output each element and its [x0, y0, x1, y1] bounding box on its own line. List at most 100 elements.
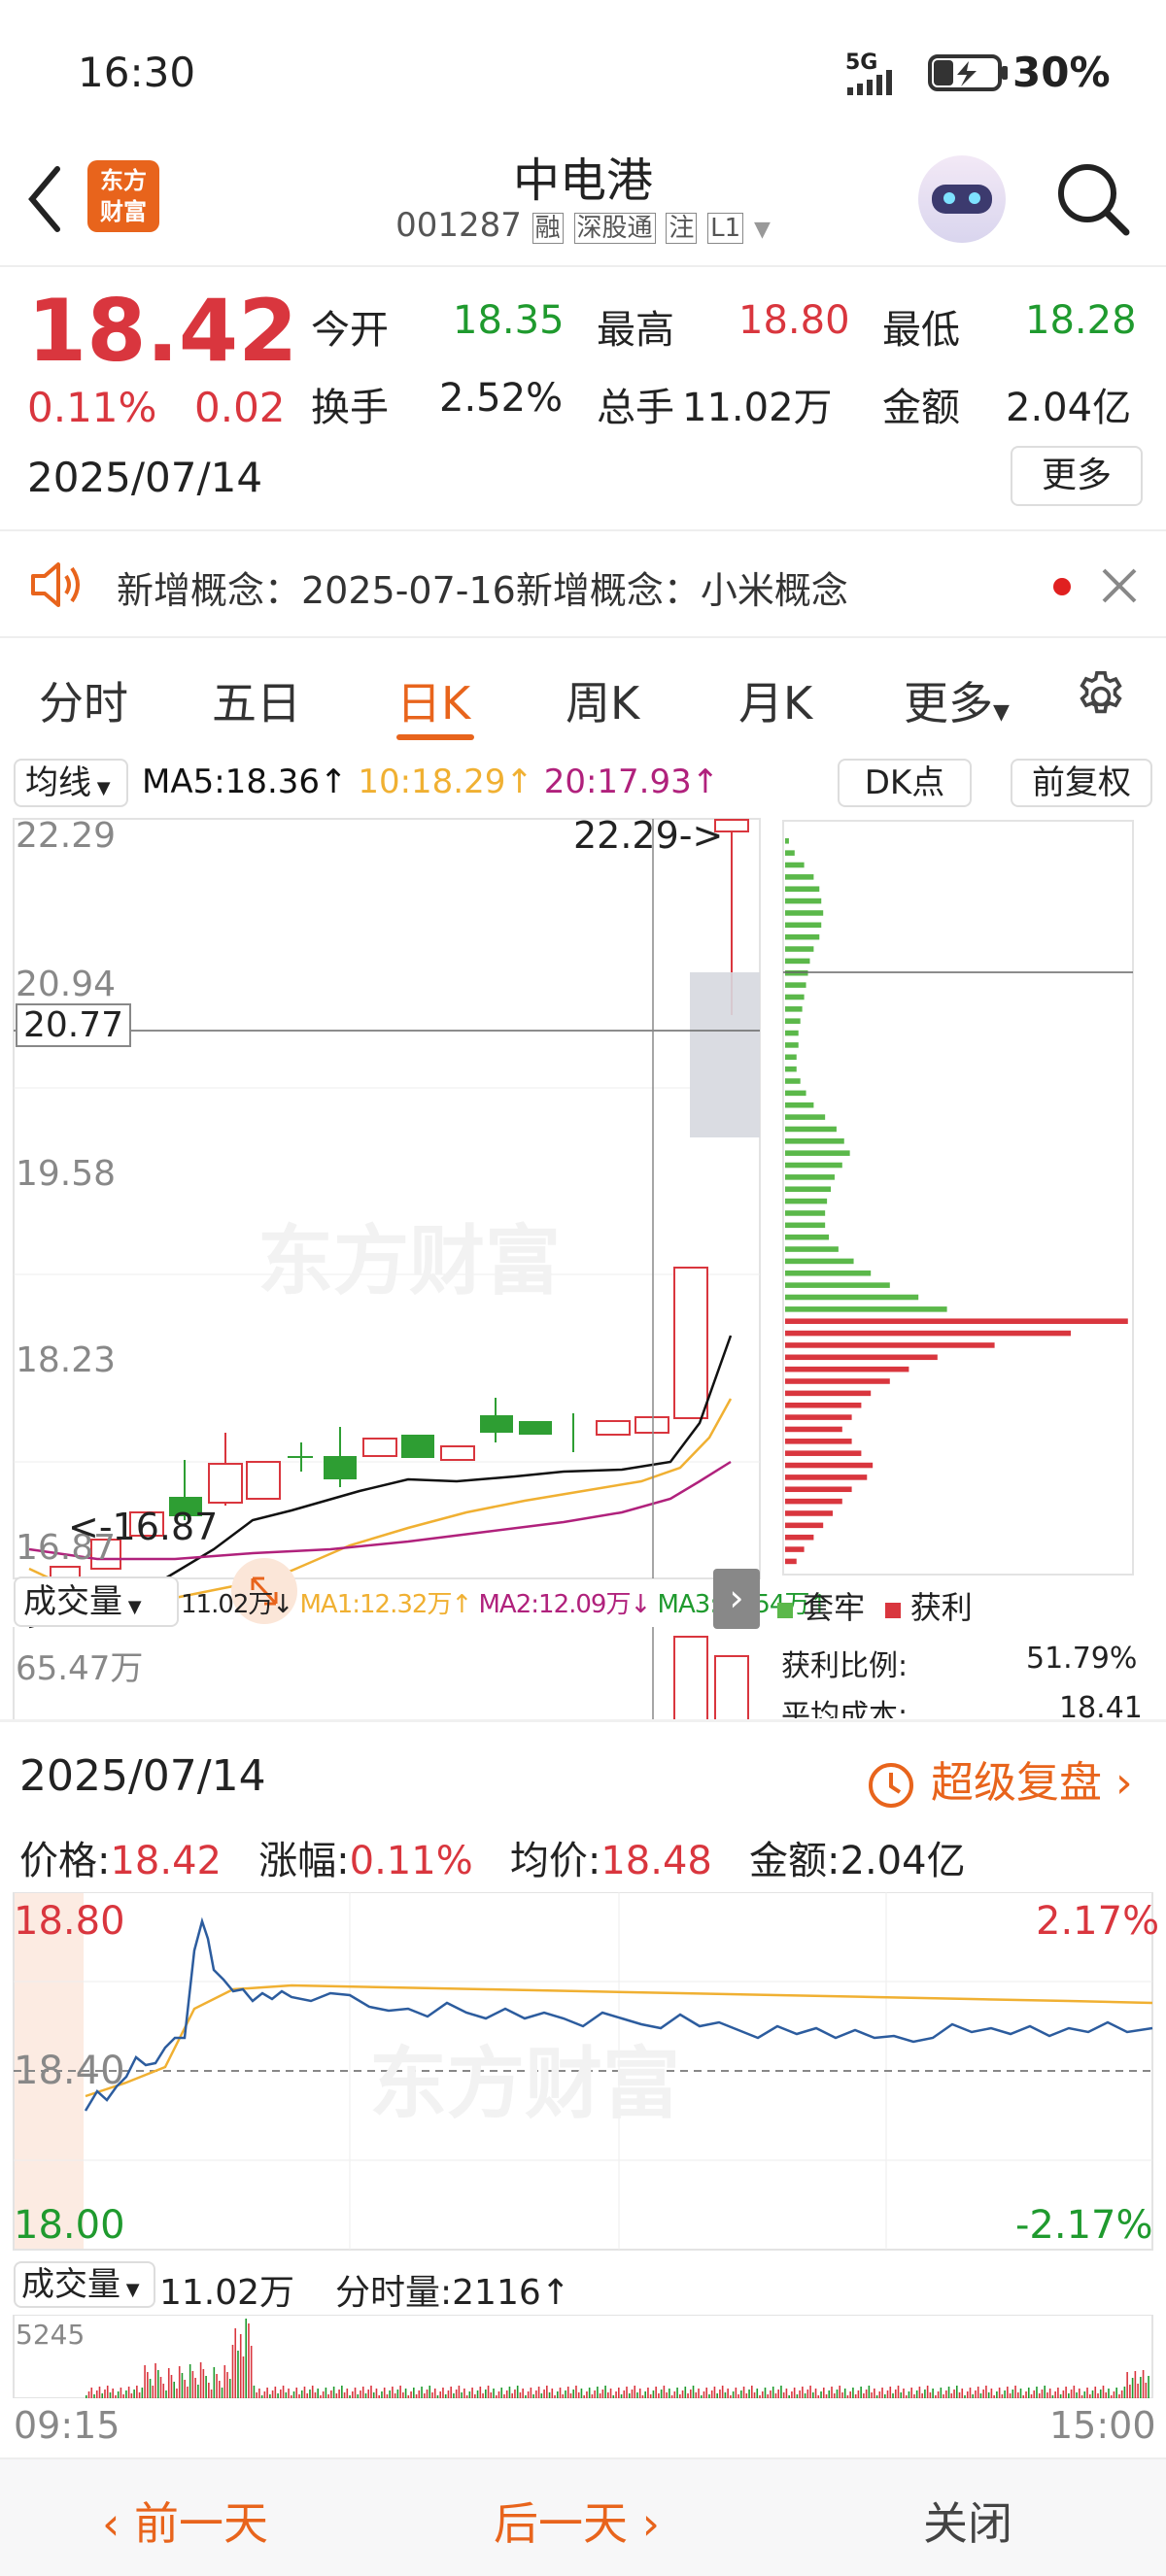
- volume-bar: [436, 2395, 439, 2398]
- candle: [596, 1420, 631, 1436]
- tab-intraday[interactable]: 分时: [39, 668, 128, 732]
- tag-margin: 融: [532, 213, 564, 244]
- volume-bar: [309, 2390, 311, 2398]
- volume-bar: [426, 2390, 429, 2398]
- chip-bar: [785, 1294, 919, 1301]
- volume-bar: [913, 2394, 915, 2398]
- chip-bar: [785, 1198, 828, 1204]
- volume-bar: [485, 2390, 487, 2398]
- volume-bar: [508, 2387, 511, 2398]
- intraday-chart[interactable]: 东方财富: [0, 1892, 1166, 2300]
- volume-bar: [543, 2390, 545, 2398]
- volume-bar: [306, 2393, 309, 2398]
- volume-bar: [503, 2394, 505, 2398]
- ma5-value: MA5:18.36↑: [142, 763, 348, 801]
- y-label-3: 19.58: [16, 1154, 117, 1194]
- volume-bar: [463, 2389, 465, 2398]
- volume-bar: [756, 2389, 759, 2398]
- ma10-value: 10:18.29↑: [358, 763, 533, 801]
- tab-more[interactable]: 更多▼: [904, 668, 1010, 732]
- volume-bar: [383, 2388, 386, 2398]
- volume-bar: [170, 2375, 173, 2398]
- volume-bar: [476, 2390, 479, 2398]
- more-quote-button[interactable]: 更多: [1011, 446, 1143, 506]
- volume-label: 总手: [597, 386, 674, 430]
- volume-bar: [532, 2394, 534, 2398]
- tab-five-day[interactable]: 五日: [212, 668, 301, 732]
- volume-bar: [154, 2363, 156, 2398]
- chip-bar: [785, 1330, 1071, 1337]
- kline-section: 均线 ▼ MA5:18.36↑ 10:18.29↑ 20:17.93↑ DK点 …: [0, 753, 1166, 1719]
- volume-bar: [583, 2395, 585, 2398]
- detail-volume-selector[interactable]: 成交量 ▼: [14, 2261, 155, 2308]
- super-replay-link[interactable]: 超级复盘 ›: [865, 1747, 1133, 1812]
- chip-bar: [785, 1270, 872, 1276]
- volume-selector[interactable]: 成交量 ▼: [14, 1576, 179, 1627]
- gear-icon[interactable]: [1073, 668, 1129, 725]
- chip-bar: [785, 1486, 852, 1493]
- volume-bar: [1009, 2393, 1012, 2398]
- chip-bar: [785, 1186, 832, 1193]
- volume-bar: [647, 2388, 649, 2398]
- volume-bar: [1145, 2383, 1148, 2398]
- avg-cost-value: 18.41: [1059, 1691, 1143, 1718]
- tab-daily-k[interactable]: 日K: [396, 668, 470, 732]
- ma-selector[interactable]: 均线 ▼: [14, 759, 128, 807]
- dk-point-button[interactable]: DK点: [838, 759, 972, 807]
- volume-bar: [407, 2395, 410, 2398]
- chip-bar: [785, 1234, 830, 1240]
- chip-distribution-chart[interactable]: [777, 819, 1137, 1576]
- volume-bar: [996, 2391, 998, 2398]
- search-icon[interactable]: [1054, 160, 1132, 238]
- prev-day-button[interactable]: ‹ 前一天: [102, 2489, 268, 2553]
- caret-down-icon: ▼: [120, 2280, 140, 2300]
- volume-bar: [147, 2372, 149, 2398]
- volume-bar: [248, 2323, 250, 2398]
- forward-adjust-button[interactable]: 前复权: [1011, 759, 1152, 807]
- volume-bar: [580, 2389, 583, 2398]
- volume-bar: [221, 2388, 223, 2398]
- tab-monthly-k[interactable]: 月K: [738, 668, 812, 732]
- chip-bar: [785, 1390, 872, 1397]
- intraday-y-mid: 18.40: [14, 2049, 125, 2093]
- volume-bar: [628, 2393, 631, 2398]
- volume-bar: [256, 2392, 257, 2398]
- tab-weekly-k[interactable]: 周K: [566, 668, 639, 732]
- vol-ma1-value: MA1:12.32万↑: [299, 1590, 472, 1619]
- volume-bar: [346, 2389, 349, 2398]
- nav-bar: 东方 财富 中电港 001287 融 深股通 注 L1 ▼: [0, 136, 1166, 267]
- notice-text: 新增概念：2025-07-16新增概念：小米概念: [117, 569, 848, 612]
- candle: [519, 1421, 552, 1435]
- volume-bar: [1007, 2387, 1009, 2398]
- volume-bar: [953, 2390, 955, 2398]
- next-day-button[interactable]: 后一天 ›: [494, 2489, 660, 2553]
- notice-bar[interactable]: 新增概念：2025-07-16新增概念：小米概念: [0, 529, 1166, 638]
- back-icon[interactable]: [24, 165, 63, 233]
- volume-bar: [591, 2394, 594, 2398]
- chip-bar: [785, 1126, 837, 1133]
- volume-bar: [871, 2392, 873, 2398]
- volume-bar: [122, 2394, 124, 2398]
- volume-bar: [975, 2390, 977, 2398]
- volume-bar: [1113, 2391, 1115, 2398]
- caret-down-icon: ▼: [993, 700, 1010, 725]
- chip-bar: [785, 1258, 854, 1265]
- volume-bar: [461, 2392, 463, 2398]
- stock-code-row[interactable]: 001287 融 深股通 注 L1 ▼: [369, 206, 797, 245]
- high-value: 18.80: [738, 298, 850, 343]
- volume-bar: [841, 2392, 843, 2398]
- close-icon[interactable]: [1100, 566, 1139, 605]
- volume-bar: [569, 2393, 572, 2398]
- volume-bar: [676, 2388, 678, 2398]
- volume-bar: [1102, 2386, 1105, 2398]
- robot-assistant-icon[interactable]: [918, 155, 1006, 243]
- close-button[interactable]: 关闭: [923, 2489, 1012, 2553]
- volume-bar: [791, 2391, 793, 2398]
- detail-volume-total: 11.02万: [159, 2273, 295, 2313]
- volume-bar: [525, 2395, 527, 2398]
- volume-bar: [199, 2362, 202, 2398]
- panel-expand-arrow-icon[interactable]: ›: [713, 1569, 760, 1629]
- speaker-icon: [31, 562, 80, 607]
- volume-bar: [929, 2392, 932, 2398]
- chip-bar: [785, 1282, 890, 1288]
